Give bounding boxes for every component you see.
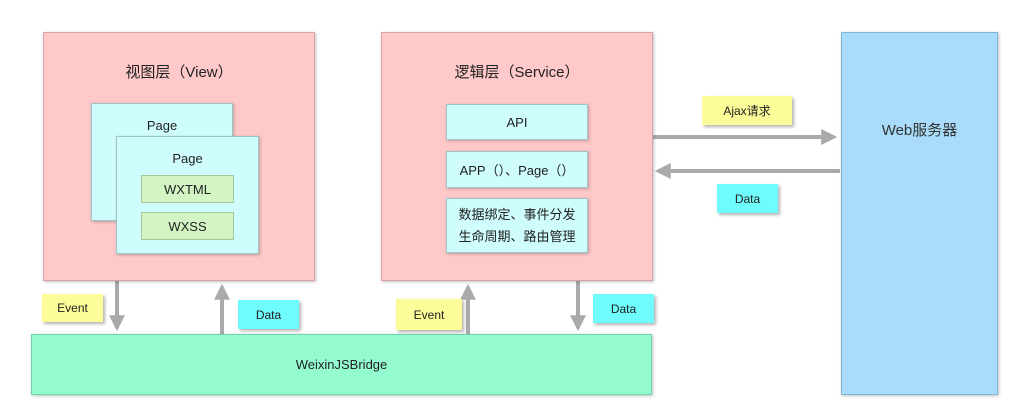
api-box: API [446,104,588,140]
data-note-left: Data [238,300,299,329]
ajax-request-note: Ajax请求 [702,96,792,125]
web-server-label: Web服务器 [881,122,958,139]
features-line-2: 生命周期、路由管理 [458,228,576,244]
features-line-1: 数据绑定、事件分发 [458,206,576,222]
features-box: 数据绑定、事件分发 生命周期、路由管理 [446,198,588,253]
data-note-mid: Data [593,294,654,323]
wxtml-box: WXTML [141,175,234,203]
event-note-mid: Event [396,299,462,330]
app-page-box: APP（）、Page（） [446,151,588,188]
web-server-box: Web服务器 [841,32,998,395]
page-back-label: Page [146,118,178,133]
data-note-right: Data [717,184,778,213]
wxss-box: WXSS [141,212,234,240]
page-front-label: Page [172,151,203,166]
event-note-left: Event [42,294,103,322]
weixin-js-bridge: WeixinJSBridge [31,334,652,395]
view-layer-title: 视图层（View） [125,64,233,81]
service-layer-title: 逻辑层（Service） [454,64,580,81]
